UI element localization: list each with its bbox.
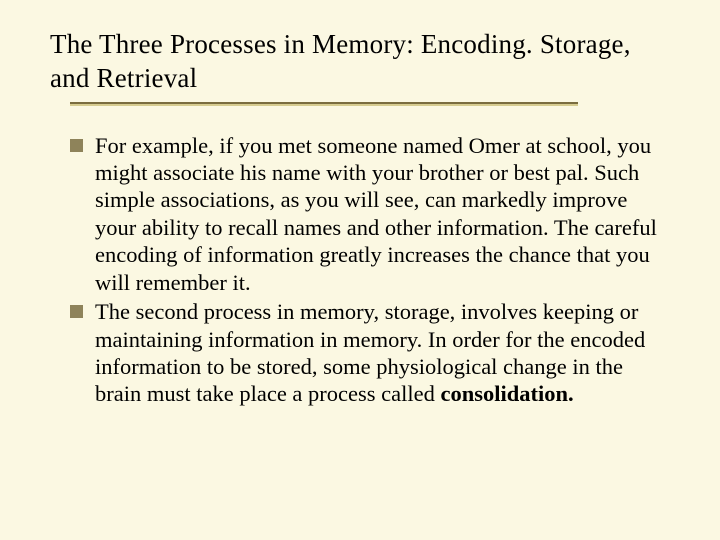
square-bullet-icon: [70, 139, 83, 152]
list-item: For example, if you met someone named Om…: [70, 132, 666, 297]
bullet-text: The second process in memory, storage, i…: [95, 298, 666, 408]
slide-content: For example, if you met someone named Om…: [50, 124, 670, 408]
title-rule-wrap: [70, 102, 670, 106]
title-block: The Three Processes in Memory: Encoding.…: [50, 28, 670, 106]
list-item: The second process in memory, storage, i…: [70, 298, 666, 408]
slide: The Three Processes in Memory: Encoding.…: [0, 0, 720, 540]
title-underline: [70, 102, 578, 106]
slide-title: The Three Processes in Memory: Encoding.…: [50, 28, 670, 96]
square-bullet-icon: [70, 305, 83, 318]
bullet-text: For example, if you met someone named Om…: [95, 132, 666, 297]
bullet-text-bold: consolidation.: [440, 381, 573, 406]
